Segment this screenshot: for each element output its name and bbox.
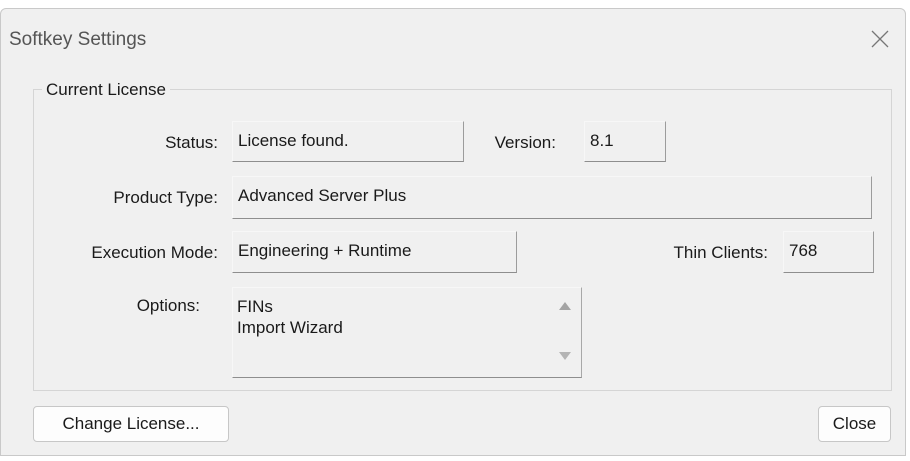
product-type-field: Advanced Server Plus [232, 176, 872, 219]
options-label: Options: [136, 296, 200, 315]
scroll-up-icon[interactable] [559, 302, 571, 310]
status-label: Status: [165, 133, 218, 152]
list-item[interactable]: FINs [237, 297, 273, 317]
version-field: 8.1 [584, 121, 666, 162]
execution-mode-field: Engineering + Runtime [232, 231, 517, 273]
options-listbox[interactable]: FINs Import Wizard [232, 287, 582, 378]
list-item[interactable]: Import Wizard [237, 318, 343, 338]
version-label: Version: [494, 133, 556, 152]
title-bar[interactable]: Softkey Settings [1, 9, 905, 65]
execution-mode-label: Execution Mode: [91, 243, 218, 262]
product-type-label: Product Type: [113, 188, 218, 207]
window-title: Softkey Settings [9, 29, 147, 50]
thin-clients-field: 768 [783, 231, 874, 273]
current-license-label: Current License [42, 80, 171, 100]
close-button[interactable]: Close [818, 406, 891, 442]
thin-clients-label: Thin Clients: [673, 243, 768, 262]
scroll-down-icon[interactable] [559, 352, 571, 360]
status-field: License found. [232, 121, 464, 162]
change-license-button[interactable]: Change License... [33, 406, 229, 442]
close-icon[interactable] [869, 28, 891, 50]
